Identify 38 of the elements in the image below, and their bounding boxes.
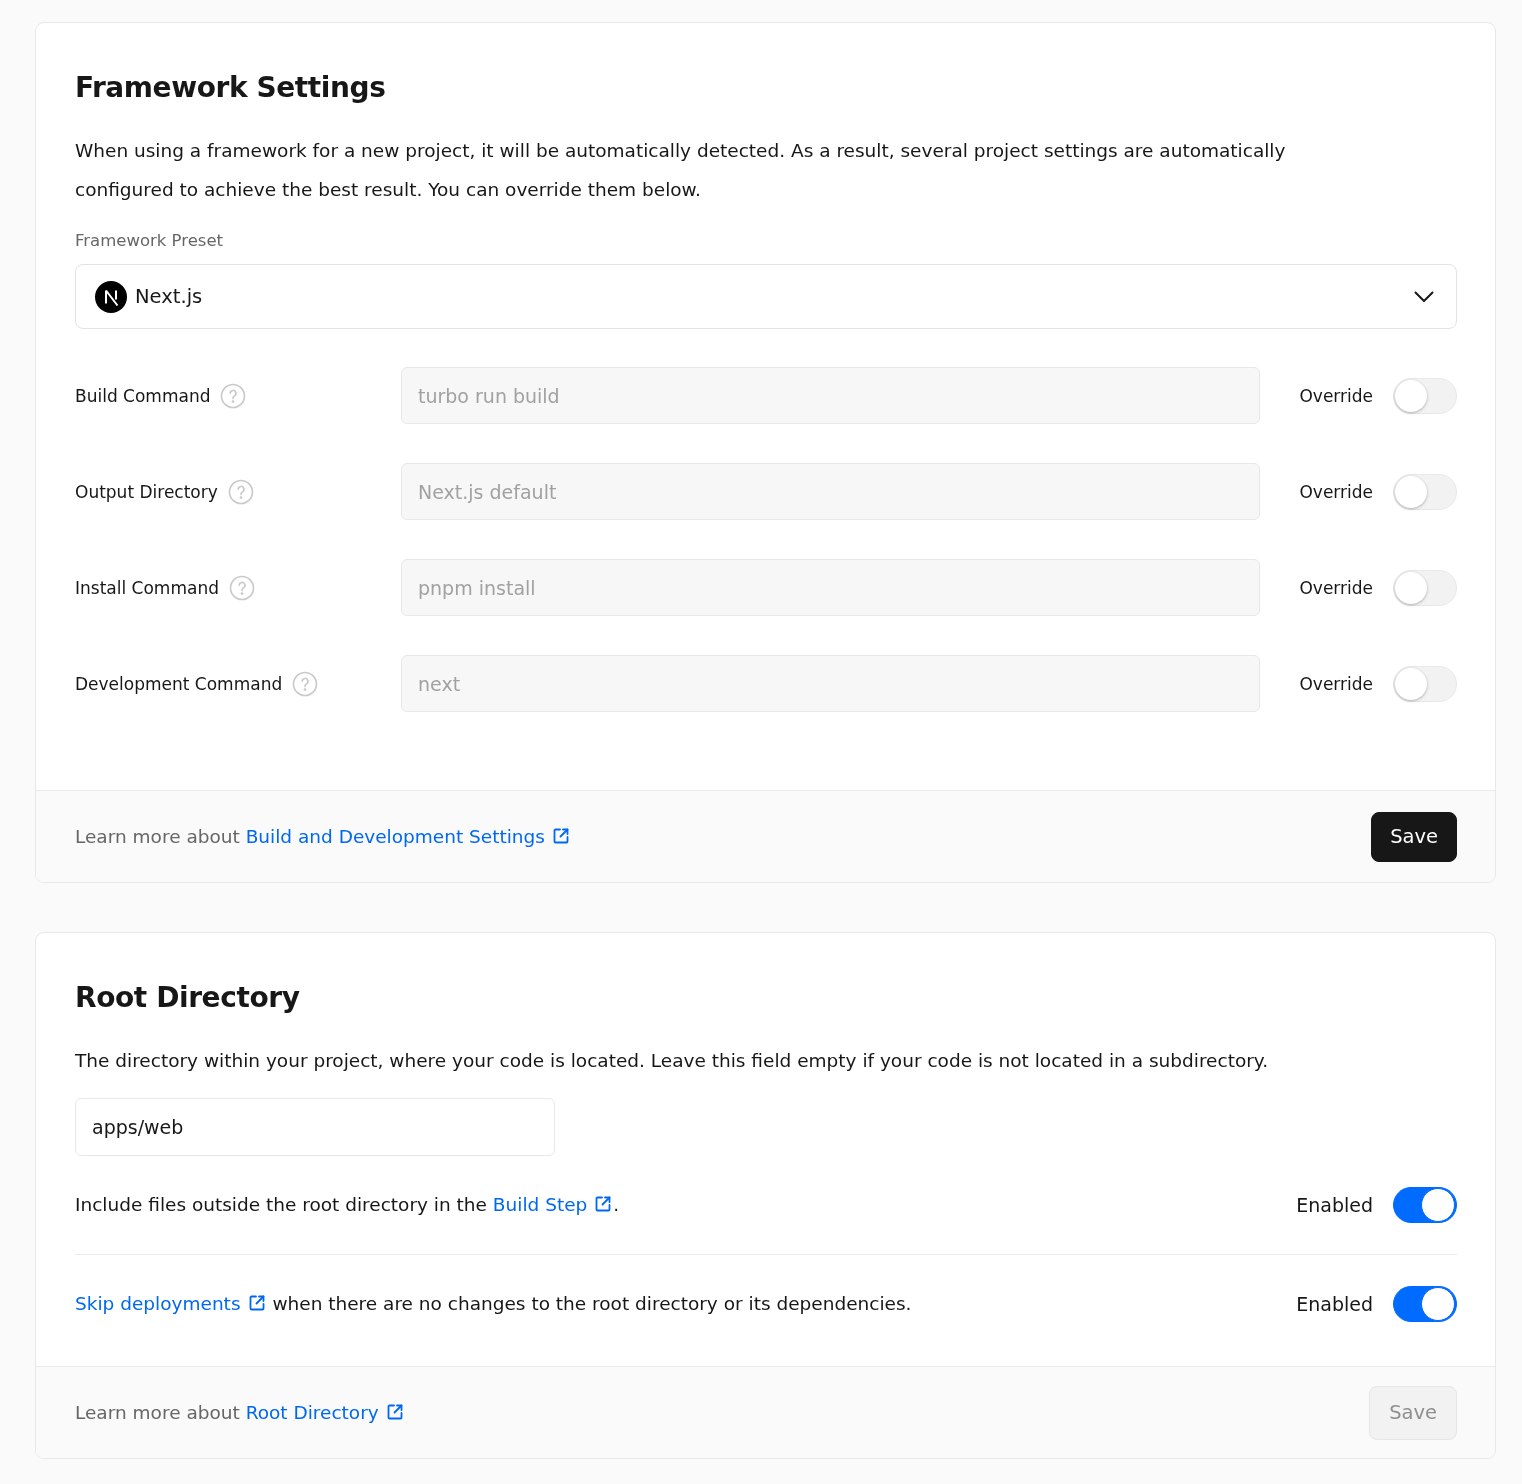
framework-select[interactable]: Next.js — [75, 264, 1457, 329]
section-title: Root Directory — [75, 980, 301, 1016]
toggle-switch[interactable] — [1393, 1187, 1457, 1223]
option-description: Skip deployments when there are no changes to the root directory or its dependencies. — [75, 1292, 913, 1316]
docs-link[interactable]: Root Directory — [245, 1402, 405, 1423]
directory-field[interactable]: apps/web — [75, 1098, 555, 1156]
command-label: Install Command — [75, 576, 219, 600]
help-icon[interactable] — [227, 478, 254, 505]
docs-link[interactable]: Build Step — [492, 1194, 614, 1215]
docs-link[interactable]: Build and Development Settings — [245, 826, 571, 847]
learn-more-text: Learn more about Build and Development Settings — [75, 826, 571, 847]
section-description: The directory within your project, where your code is located. Leave this field empty if your code is not located in a subdirectory. — [75, 1049, 1270, 1073]
override-label: Override — [1299, 480, 1373, 504]
help-icon[interactable] — [292, 670, 319, 697]
logo-icon — [95, 280, 127, 313]
field-label: Framework Preset — [75, 230, 225, 252]
status-label: Enabled — [1296, 1193, 1373, 1218]
option-description: Include files outside the root directory in the Build Step . — [75, 1193, 621, 1217]
command-label: Build Command — [75, 384, 211, 408]
external-link-icon — [248, 1295, 265, 1311]
help-icon[interactable] — [220, 382, 247, 409]
help-icon[interactable] — [228, 574, 255, 601]
override-label: Override — [1299, 576, 1373, 600]
learn-more-text: Learn more about Root Directory — [75, 1402, 405, 1423]
docs-link[interactable]: Skip deployments — [75, 1293, 267, 1314]
status-label: Enabled — [1296, 1292, 1373, 1317]
command-label: Development Command — [75, 672, 283, 696]
save-button[interactable]: Save — [1371, 811, 1457, 862]
override-label: Override — [1299, 384, 1373, 408]
external-link-icon — [552, 828, 569, 844]
override-label: Override — [1299, 672, 1373, 696]
command-label: Output Directory — [75, 480, 218, 504]
toggle-switch[interactable] — [1393, 1286, 1457, 1322]
chevron-down-icon — [1414, 290, 1434, 303]
external-link-icon — [386, 1404, 403, 1420]
section-description: When using a framework for a new project, it will be automatically detected. As a result, several project settings are automatically configured to achieve the best result. You can override them below. — [75, 139, 1287, 202]
external-link-icon — [595, 1196, 612, 1212]
section-title: Framework Settings — [75, 70, 387, 106]
